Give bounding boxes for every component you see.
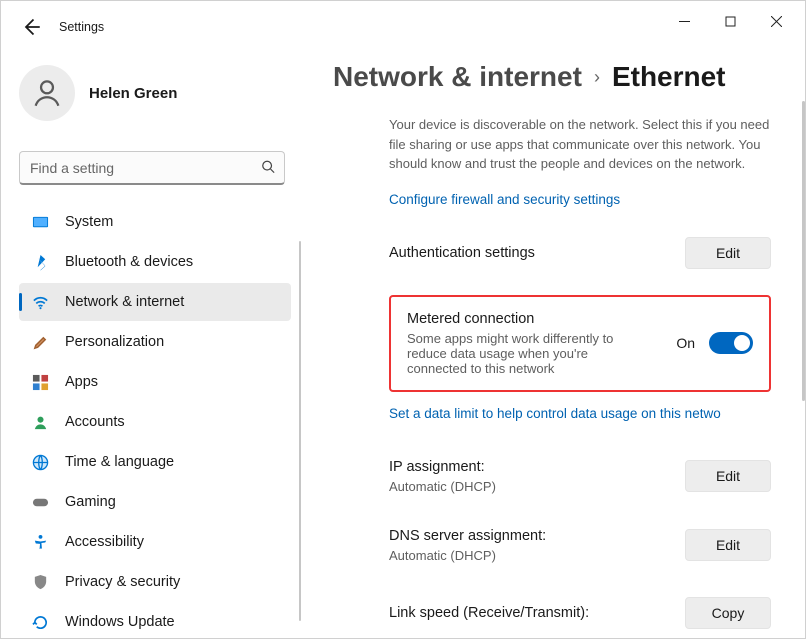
dns-edit-button[interactable]: Edit: [685, 529, 771, 561]
chevron-right-icon: ›: [594, 67, 600, 88]
gamepad-icon: [31, 493, 49, 511]
sidebar-item-label: Apps: [65, 374, 98, 390]
sidebar-item-label: Gaming: [65, 494, 116, 510]
ip-edit-button[interactable]: Edit: [685, 460, 771, 492]
sidebar-item-network[interactable]: Network & internet: [19, 283, 291, 321]
user-name: Helen Green: [89, 85, 177, 102]
discover-description: Your device is discoverable on the netwo…: [389, 115, 771, 174]
metered-toggle[interactable]: [709, 332, 753, 354]
link-speed-copy-button[interactable]: Copy: [685, 597, 771, 629]
globe-icon: [31, 453, 49, 471]
user-block[interactable]: Helen Green: [19, 65, 291, 121]
account-icon: [31, 413, 49, 431]
update-icon: [31, 613, 49, 631]
sidebar-item-time-language[interactable]: Time & language: [19, 443, 291, 481]
sidebar-item-personalization[interactable]: Personalization: [19, 323, 291, 361]
auth-edit-button[interactable]: Edit: [685, 237, 771, 269]
sidebar-item-system[interactable]: System: [19, 203, 291, 241]
apps-icon: [31, 373, 49, 391]
ip-assignment-title: IP assignment:: [389, 459, 496, 475]
sidebar-item-label: Windows Update: [65, 614, 175, 630]
breadcrumb: Network & internet › Ethernet: [333, 61, 775, 93]
sidebar-item-label: Bluetooth & devices: [65, 254, 193, 270]
metered-toggle-label: On: [676, 335, 695, 351]
metered-title: Metered connection: [407, 311, 637, 327]
search-input[interactable]: [19, 151, 285, 185]
auth-settings-title: Authentication settings: [389, 245, 535, 261]
avatar: [19, 65, 75, 121]
shield-icon: [31, 573, 49, 591]
system-icon: [31, 213, 49, 231]
sidebar-item-apps[interactable]: Apps: [19, 363, 291, 401]
sidebar-item-label: Personalization: [65, 334, 164, 350]
link-speed-title: Link speed (Receive/Transmit):: [389, 605, 589, 621]
metered-connection-box: Metered connection Some apps might work …: [389, 295, 771, 392]
sidebar-item-label: Accounts: [65, 414, 125, 430]
bluetooth-icon: [31, 253, 49, 271]
window-title: Settings: [59, 20, 104, 34]
maximize-button[interactable]: [707, 5, 753, 37]
sidebar-item-accessibility[interactable]: Accessibility: [19, 523, 291, 561]
close-button[interactable]: [753, 5, 799, 37]
content-scrollbar[interactable]: [802, 101, 805, 401]
minimize-button[interactable]: [661, 5, 707, 37]
sidebar-item-accounts[interactable]: Accounts: [19, 403, 291, 441]
sidebar-item-bluetooth[interactable]: Bluetooth & devices: [19, 243, 291, 281]
ip-assignment-value: Automatic (DHCP): [389, 479, 496, 494]
dns-assignment-value: Automatic (DHCP): [389, 548, 546, 563]
metered-subtitle: Some apps might work differently to redu…: [407, 331, 637, 376]
sidebar-item-label: Privacy & security: [65, 574, 180, 590]
breadcrumb-root[interactable]: Network & internet: [333, 61, 582, 93]
firewall-link[interactable]: Configure firewall and security settings: [389, 192, 771, 207]
sidebar-item-gaming[interactable]: Gaming: [19, 483, 291, 521]
sidebar-item-windows-update[interactable]: Windows Update: [19, 603, 291, 641]
brush-icon: [31, 333, 49, 351]
search-icon: [261, 160, 275, 177]
sidebar-item-label: System: [65, 214, 113, 230]
accessibility-icon: [31, 533, 49, 551]
sidebar-item-label: Network & internet: [65, 294, 184, 310]
sidebar-item-privacy[interactable]: Privacy & security: [19, 563, 291, 601]
sidebar-item-label: Time & language: [65, 454, 174, 470]
dns-assignment-title: DNS server assignment:: [389, 528, 546, 544]
sidebar-item-label: Accessibility: [65, 534, 144, 550]
data-limit-link[interactable]: Set a data limit to help control data us…: [389, 406, 771, 421]
breadcrumb-current: Ethernet: [612, 61, 726, 93]
wifi-icon: [31, 293, 49, 311]
back-button[interactable]: [21, 17, 41, 37]
